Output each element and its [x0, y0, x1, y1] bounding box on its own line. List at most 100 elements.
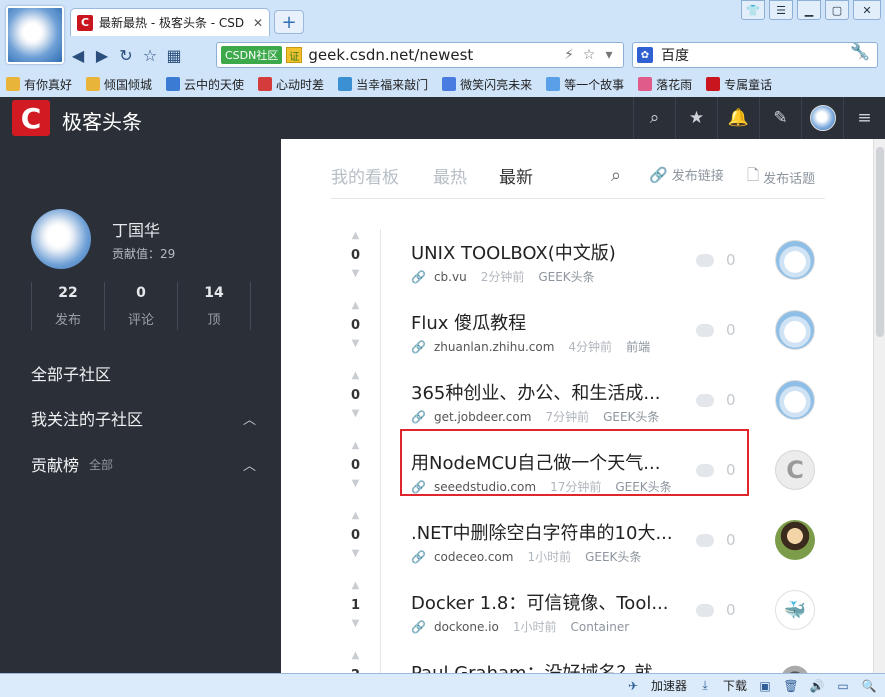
star-icon[interactable]: ★ — [675, 97, 717, 139]
author-avatar[interactable] — [775, 380, 815, 420]
maximize-icon[interactable]: ▢ — [825, 0, 849, 20]
tab-my-board[interactable]: 我的看板 — [331, 163, 399, 188]
address-bar[interactable]: CSDN社区 证 geek.csdn.net/newest ⚡ ☆ ▾ — [216, 42, 624, 68]
item-title[interactable]: UNIX TOOLBOX(中文版) — [411, 239, 616, 265]
wrench-icon[interactable]: 🔧 — [850, 42, 870, 61]
close-window-icon[interactable]: ✕ — [853, 0, 881, 20]
accelerator-icon[interactable]: ✈ — [625, 679, 641, 693]
bookmark-item[interactable]: 微笑闪亮未来 — [442, 76, 532, 93]
upvote-arrow-icon[interactable]: ▲ — [331, 231, 380, 241]
bookmark-item[interactable]: 云中的天使 — [166, 76, 244, 93]
downvote-arrow-icon[interactable]: ▼ — [331, 619, 380, 629]
favorite-star-icon[interactable]: ☆ — [138, 43, 162, 67]
chevron-up-icon[interactable]: ︿ — [243, 409, 256, 428]
tab-hot[interactable]: 最热 — [433, 163, 467, 188]
screen-icon[interactable]: ▭ — [835, 679, 851, 693]
menu-icon[interactable]: ☰ — [769, 0, 793, 20]
list-item[interactable]: ▲ 0 ▼ UNIX TOOLBOX(中文版) 🔗 cb.vu 2分钟前 GEEK头条 0 — [331, 229, 825, 299]
tab-close-icon[interactable]: ✕ — [253, 16, 263, 30]
bookmark-item[interactable]: 当幸福来敲门 — [338, 76, 428, 93]
bookmark-item[interactable]: 倾国倾城 — [86, 76, 152, 93]
downvote-arrow-icon[interactable]: ▼ — [331, 549, 380, 559]
browser-user-avatar[interactable] — [6, 6, 64, 64]
dropdown-arrow-icon[interactable]: ▾ — [599, 47, 619, 63]
window-icon[interactable]: ▣ — [757, 679, 773, 693]
list-item[interactable]: ▲ 0 ▼ Flux 傻瓜教程 🔗 zhuanlan.zhihu.com 4分钟前 前端 … — [331, 299, 825, 369]
upvote-arrow-icon[interactable]: ▲ — [331, 371, 380, 381]
user-avatar[interactable] — [801, 97, 843, 139]
bell-icon[interactable]: 🔔 — [717, 97, 759, 139]
item-title[interactable]: Paul Graham：没好域名？就... — [411, 659, 670, 673]
back-arrow-icon[interactable]: ◀ — [66, 43, 90, 67]
search-engine-label[interactable]: 百度 — [661, 45, 853, 65]
download-label[interactable]: 下载 — [723, 677, 747, 694]
menu-icon[interactable]: ≡ — [843, 97, 885, 139]
upvote-arrow-icon[interactable]: ▲ — [331, 441, 380, 451]
sidebar-item-all-communities[interactable]: 全部子社区 — [31, 361, 256, 385]
comment-count[interactable]: 0 — [696, 251, 736, 269]
accelerator-label[interactable]: 加速器 — [651, 677, 687, 694]
comment-count[interactable]: 0 — [696, 601, 736, 619]
refresh-icon[interactable]: ↻ — [114, 43, 138, 67]
comment-count[interactable]: 0 — [696, 531, 736, 549]
downvote-arrow-icon[interactable]: ▼ — [331, 409, 380, 419]
sidebar-item-ranking[interactable]: 贡献榜 全部 ︿ — [31, 452, 256, 476]
comment-count[interactable]: 0 — [696, 391, 736, 409]
list-item[interactable]: ▲ 0 ▼ .NET中删除空白字符串的10大... 🔗 codeceo.com 1小时前… — [331, 509, 825, 579]
stat-published[interactable]: 22 发布 — [32, 282, 105, 330]
profile-name[interactable]: 丁国华 — [112, 217, 160, 241]
list-item[interactable]: ▲2 Paul Graham：没好域名？就... — [331, 649, 825, 673]
download-icon[interactable]: ⤓ — [697, 678, 713, 693]
bookmark-item[interactable]: 落花雨 — [638, 76, 692, 93]
browser-tab-active[interactable]: C 最新最热 - 极客头条 - CSD ✕ — [70, 8, 270, 36]
lightning-icon[interactable]: ⚡ — [559, 47, 579, 63]
author-avatar[interactable] — [775, 310, 815, 350]
csdn-logo[interactable]: C — [12, 100, 50, 136]
stat-upvotes[interactable]: 14 顶 — [178, 282, 251, 330]
search-box[interactable]: ✿ 百度 ⌕ — [632, 42, 878, 68]
comment-count[interactable]: 0 — [696, 321, 736, 339]
author-avatar[interactable] — [775, 660, 815, 673]
list-item[interactable]: ▲ 1 ▼ Docker 1.8：可信镜像、Tool... 🔗 dockone.io 1… — [331, 579, 825, 649]
trash-icon[interactable]: 🗑 — [783, 679, 799, 693]
item-title[interactable]: .NET中删除空白字符串的10大... — [411, 519, 673, 545]
post-topic-button[interactable]: 🗋 发布话题 — [747, 165, 815, 190]
tab-newest[interactable]: 最新 — [499, 163, 533, 188]
search-icon[interactable]: ⌕ — [633, 97, 675, 139]
bookmark-star-icon[interactable]: ☆ — [579, 47, 599, 63]
profile-avatar[interactable] — [31, 209, 91, 269]
zoom-icon[interactable]: 🔍 — [861, 679, 877, 693]
upvote-arrow-icon[interactable]: ▲ — [331, 651, 380, 661]
search-icon[interactable]: ⌕ — [611, 165, 625, 186]
item-title[interactable]: Docker 1.8：可信镜像、Tool... — [411, 589, 669, 615]
edit-icon[interactable]: ✎ — [759, 97, 801, 139]
stat-comments[interactable]: 0 评论 — [105, 282, 178, 330]
downvote-arrow-icon[interactable]: ▼ — [331, 269, 380, 279]
apps-grid-icon[interactable]: ▦ — [162, 43, 186, 67]
item-title[interactable]: Flux 傻瓜教程 — [411, 309, 526, 335]
bookmark-item[interactable]: 有你真好 — [6, 76, 72, 93]
scrollbar[interactable] — [873, 139, 885, 673]
chevron-up-icon[interactable]: ︿ — [243, 455, 256, 474]
scrollbar-thumb[interactable] — [876, 147, 884, 337]
downvote-arrow-icon[interactable]: ▼ — [331, 479, 380, 489]
author-avatar[interactable] — [775, 520, 815, 560]
author-avatar[interactable]: 🐳 — [775, 590, 815, 630]
upvote-arrow-icon[interactable]: ▲ — [331, 581, 380, 591]
new-tab-button[interactable]: + — [274, 10, 304, 34]
post-link-button[interactable]: 🔗 发布链接 — [649, 165, 724, 185]
sound-icon[interactable]: 🔊 — [809, 679, 825, 693]
upvote-arrow-icon[interactable]: ▲ — [331, 511, 380, 521]
sidebar-item-following[interactable]: 我关注的子社区 ︿ — [31, 406, 256, 430]
forward-arrow-icon[interactable]: ▶ — [90, 43, 114, 67]
item-title[interactable]: 365种创业、办公、和生活成... — [411, 379, 661, 405]
author-avatar[interactable]: C — [775, 450, 815, 490]
author-avatar[interactable] — [775, 240, 815, 280]
bookmark-item[interactable]: 专属童话 — [706, 76, 772, 93]
minimize-icon[interactable]: ▁ — [797, 0, 821, 20]
bookmark-item[interactable]: 心动时差 — [258, 76, 324, 93]
upvote-arrow-icon[interactable]: ▲ — [331, 301, 380, 311]
downvote-arrow-icon[interactable]: ▼ — [331, 339, 380, 349]
app-title[interactable]: 极客头条 — [62, 106, 142, 135]
url-text[interactable]: geek.csdn.net/newest — [308, 46, 559, 64]
